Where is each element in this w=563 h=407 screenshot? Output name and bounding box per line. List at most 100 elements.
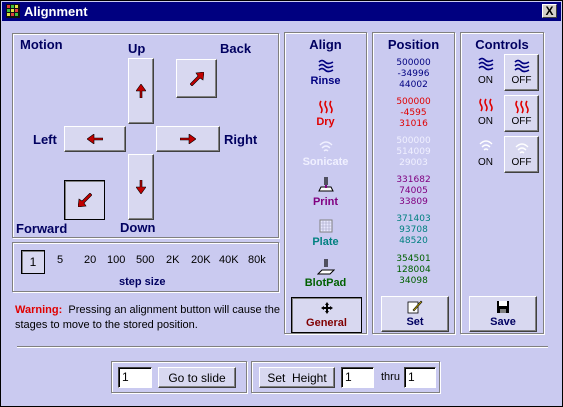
position-value: 514009 <box>396 147 431 157</box>
sonicate-on-label: ON <box>478 157 493 168</box>
position-value: 128004 <box>396 265 431 275</box>
align-sonicate[interactable]: Sonicate <box>285 156 366 168</box>
sonicate-off-button[interactable]: OFF <box>504 136 539 173</box>
title-bar: Alignment X <box>2 2 561 21</box>
position-value: 29003 <box>399 158 428 168</box>
position-value: 34098 <box>399 276 428 286</box>
rinse-on-label: ON <box>478 75 493 86</box>
sonicate-icon <box>515 142 528 154</box>
align-title: Align <box>309 37 342 52</box>
position-value: 44002 <box>399 80 428 90</box>
move-back-button[interactable] <box>176 59 217 98</box>
save-button[interactable]: Save <box>469 296 537 332</box>
move-right-button[interactable] <box>156 126 220 152</box>
controls-panel: Controls ON OFF ON OFF ON OFF Save <box>460 32 544 334</box>
align-rinse[interactable]: Rinse <box>285 75 366 87</box>
position-print: 331682 74005 33809 <box>373 175 454 208</box>
align-print[interactable]: Print <box>285 196 366 208</box>
arrow-up-icon <box>136 84 146 98</box>
step-option-20[interactable]: 20 <box>84 254 96 266</box>
step-option-2k[interactable]: 2K <box>166 254 179 266</box>
step-option-label: 1 <box>29 255 37 269</box>
position-value: -4595 <box>400 108 427 118</box>
close-button[interactable]: X <box>542 4 557 18</box>
arrow-diagonal-up-icon <box>189 71 204 86</box>
rinse-icon <box>318 59 334 73</box>
position-dry: 500000 -4595 31016 <box>373 97 454 130</box>
sonicate-off-label: OFF <box>511 156 532 168</box>
arrow-left-icon <box>87 134 103 144</box>
app-icon <box>6 4 20 18</box>
slide-number-input[interactable]: 1 <box>118 367 152 388</box>
move-left-button[interactable] <box>64 126 126 152</box>
print-icon <box>318 177 334 192</box>
position-value: 48520 <box>399 236 428 246</box>
go-to-slide-button[interactable]: Go to slide <box>158 367 236 388</box>
dry-icon <box>319 100 333 114</box>
forward-label: Forward <box>16 221 68 236</box>
step-option-100[interactable]: 100 <box>107 254 125 266</box>
right-label: Right <box>224 132 258 147</box>
move-cross-icon <box>320 301 333 314</box>
go-to-slide-label: Go to slide <box>168 370 226 385</box>
position-value: 354501 <box>396 254 431 264</box>
up-label: Up <box>128 41 146 56</box>
plate-icon <box>319 219 333 233</box>
align-dry[interactable]: Dry <box>285 116 366 128</box>
motion-panel: Motion Up Back Left Right Down Forward <box>12 33 279 238</box>
sonicate-icon <box>319 141 333 152</box>
general-button[interactable]: General <box>291 297 362 333</box>
position-blotpad: 354501 128004 34098 <box>373 254 454 287</box>
arrow-right-icon <box>180 134 196 144</box>
position-value: 500000 <box>396 58 431 68</box>
step-option-5[interactable]: 5 <box>57 254 63 266</box>
move-forward-button[interactable] <box>64 180 105 220</box>
blotpad-icon <box>317 259 335 275</box>
position-rinse: 500000 -34996 44002 <box>373 58 454 91</box>
thru-label: thru <box>381 371 400 383</box>
position-value: 371403 <box>396 214 431 224</box>
arrow-diagonal-down-icon <box>77 193 92 207</box>
left-label: Left <box>33 132 57 147</box>
rinse-off-label: OFF <box>511 75 532 86</box>
general-label: General <box>306 316 347 329</box>
align-plate[interactable]: Plate <box>285 236 366 248</box>
step-option-80k[interactable]: 80k <box>248 254 266 266</box>
position-sonicate: 500000 514009 29003 <box>373 136 454 169</box>
rinse-off-button[interactable]: OFF <box>504 54 539 91</box>
height-to-input[interactable]: 1 <box>404 367 436 388</box>
position-value: 500000 <box>396 97 431 107</box>
set-height-label: Set Height <box>267 370 327 385</box>
rinse-icon <box>513 59 529 73</box>
window-title: Alignment <box>24 4 88 19</box>
save-label: Save <box>490 316 516 328</box>
step-option-selected[interactable]: 1 <box>21 250 45 274</box>
set-height-button[interactable]: Set Height <box>259 367 335 388</box>
move-down-button[interactable] <box>128 154 154 220</box>
dry-on-label: ON <box>478 116 493 127</box>
position-panel: Position 500000 -34996 44002 500000 -459… <box>372 32 455 334</box>
back-label: Back <box>220 41 252 56</box>
step-option-40k[interactable]: 40K <box>219 254 239 266</box>
set-button[interactable]: Set <box>381 296 449 332</box>
floppy-disk-icon <box>497 301 509 313</box>
step-option-20k[interactable]: 20K <box>191 254 211 266</box>
step-option-500[interactable]: 500 <box>136 254 154 266</box>
rinse-status-icon <box>478 57 494 71</box>
height-from-input[interactable]: 1 <box>341 367 374 388</box>
warning-prefix: Warning: <box>15 304 63 316</box>
position-value: 331682 <box>396 175 431 185</box>
position-value: 93708 <box>399 225 428 235</box>
dry-off-label: OFF <box>511 116 532 127</box>
dry-icon <box>514 100 529 114</box>
position-value: -34996 <box>397 69 430 79</box>
sonicate-status-icon <box>479 140 493 151</box>
set-pencil-icon <box>407 300 423 314</box>
position-plate: 371403 93708 48520 <box>373 214 454 247</box>
move-up-button[interactable] <box>128 58 154 124</box>
dry-off-button[interactable]: OFF <box>504 95 539 132</box>
position-value: 33809 <box>399 197 428 207</box>
divider <box>17 346 548 348</box>
align-blotpad[interactable]: BlotPad <box>285 277 366 289</box>
alignment-window: Alignment X Motion Up Back Left Right Do… <box>0 0 563 407</box>
